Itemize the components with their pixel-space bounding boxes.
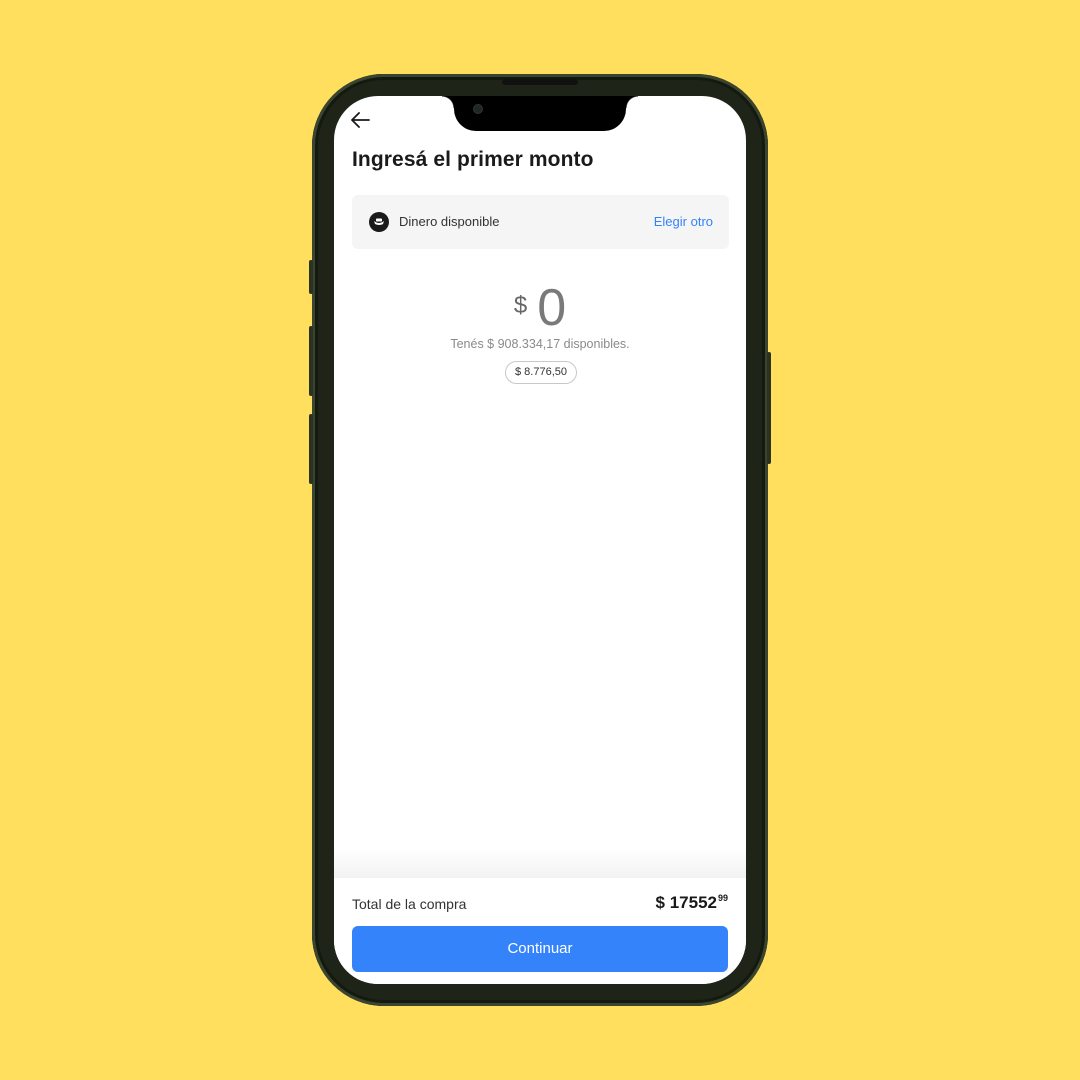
total-currency: $ [655, 893, 665, 912]
footer-shadow [334, 848, 746, 878]
payment-source-label: Dinero disponible [399, 214, 500, 229]
payment-source-card: Dinero disponible Elegir otro [352, 195, 729, 249]
phone-power-button [767, 352, 771, 464]
available-balance-text: Tenés $ 908.334,17 disponibles. [450, 337, 630, 351]
money-hand-icon [369, 212, 389, 232]
suggested-amount-chip[interactable]: $ 8.776,50 [505, 361, 577, 384]
app-screen: Ingresá el primer monto Dinero disponibl… [334, 96, 746, 984]
total-cents: 99 [717, 893, 728, 903]
phone-volume-up [309, 326, 313, 396]
total-integer: 17552 [669, 893, 717, 912]
back-button[interactable] [348, 108, 372, 132]
phone-notch [442, 96, 638, 131]
amount-value: 0 [537, 279, 567, 337]
amount-input[interactable]: $0 [334, 278, 746, 338]
arrow-left-icon [351, 112, 370, 128]
phone-silent-switch [309, 260, 313, 294]
amount-currency: $ [513, 292, 528, 319]
phone-volume-down [309, 414, 313, 484]
page-title: Ingresá el primer monto [352, 148, 594, 171]
purchase-footer: Total de la compra $ 1755299 Continuar [334, 878, 746, 984]
choose-other-link[interactable]: Elegir otro [654, 214, 713, 229]
continue-button[interactable]: Continuar [352, 926, 728, 972]
phone-speaker [502, 79, 578, 85]
total-amount: $ 1755299 [656, 893, 729, 913]
total-label: Total de la compra [352, 896, 467, 912]
camera-icon [474, 105, 482, 113]
